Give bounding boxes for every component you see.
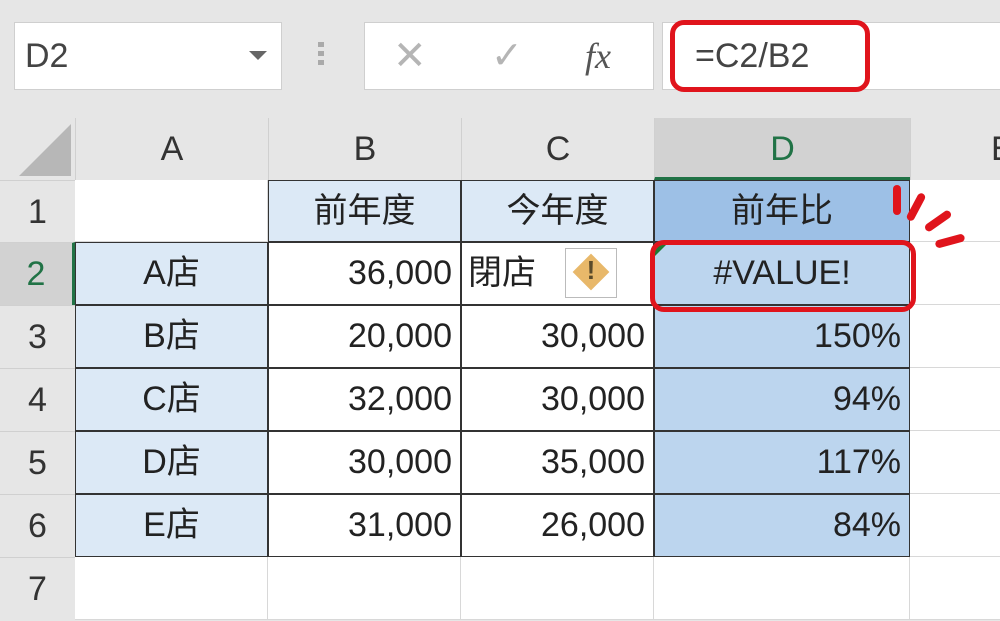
cell-e6[interactable] [910, 494, 1000, 557]
cell-a7[interactable] [75, 557, 268, 620]
cell-b7[interactable] [268, 557, 461, 620]
cell-c2[interactable]: 閉店 [461, 242, 654, 305]
dropdown-arrow-icon[interactable] [249, 51, 267, 60]
cell-d5[interactable]: 117% [654, 431, 910, 494]
cell-a6[interactable]: E店 [75, 494, 268, 557]
column-header-c[interactable]: C [461, 118, 654, 180]
formula-buttons: ✕ ✓ fx [364, 22, 654, 90]
column-header-e[interactable]: E [910, 118, 1000, 180]
formula-highlight-annotation [670, 20, 870, 92]
row-header-2[interactable]: 2 [0, 242, 75, 305]
cell-a3[interactable]: B店 [75, 305, 268, 368]
name-box[interactable]: D2 [14, 22, 282, 90]
cell-e4[interactable] [910, 368, 1000, 431]
cell-c7[interactable] [461, 557, 654, 620]
cell-b1[interactable]: 前年度 [268, 180, 461, 242]
cell-b4[interactable]: 32,000 [268, 368, 461, 431]
cell-b6[interactable]: 31,000 [268, 494, 461, 557]
row-header-1[interactable]: 1 [0, 180, 75, 242]
row-header-6[interactable]: 6 [0, 494, 75, 557]
cell-a1[interactable] [75, 180, 268, 242]
select-all-button[interactable] [0, 118, 75, 180]
column-header-d[interactable]: D [654, 118, 910, 180]
drag-handle[interactable] [318, 42, 324, 69]
cell-b5[interactable]: 30,000 [268, 431, 461, 494]
cell-a2[interactable]: A店 [75, 242, 268, 305]
cancel-icon[interactable]: ✕ [393, 33, 427, 79]
cell-d3[interactable]: 150% [654, 305, 910, 368]
cell-c5[interactable]: 35,000 [461, 431, 654, 494]
cell-d4[interactable]: 94% [654, 368, 910, 431]
cell-c6[interactable]: 26,000 [461, 494, 654, 557]
row-header-7[interactable]: 7 [0, 557, 75, 620]
insert-function-icon[interactable]: fx [585, 35, 611, 77]
cell-c1[interactable]: 今年度 [461, 180, 654, 242]
cell-c3[interactable]: 30,000 [461, 305, 654, 368]
row-header-5[interactable]: 5 [0, 431, 75, 494]
emphasis-mark [893, 185, 901, 215]
cell-e2[interactable] [910, 242, 1000, 305]
cell-b2[interactable]: 36,000 [268, 242, 461, 305]
warning-glyph: ! [586, 255, 596, 285]
error-check-button[interactable]: ! [565, 248, 617, 298]
cell-d1[interactable]: 前年比 [654, 180, 910, 242]
column-header-a[interactable]: A [75, 118, 268, 180]
cell-e7[interactable] [910, 557, 1000, 620]
error-cell-highlight-annotation [650, 240, 916, 312]
cell-e5[interactable] [910, 431, 1000, 494]
cell-c4[interactable]: 30,000 [461, 368, 654, 431]
cell-d7[interactable] [654, 557, 910, 620]
enter-icon[interactable]: ✓ [491, 33, 523, 78]
cell-a5[interactable]: D店 [75, 431, 268, 494]
cell-a4[interactable]: C店 [75, 368, 268, 431]
cell-b3[interactable]: 20,000 [268, 305, 461, 368]
row-header-3[interactable]: 3 [0, 305, 75, 368]
cell-e3[interactable] [910, 305, 1000, 368]
name-box-value: D2 [25, 37, 69, 75]
cell-d6[interactable]: 84% [654, 494, 910, 557]
column-header-b[interactable]: B [268, 118, 461, 180]
cell-e1[interactable] [910, 180, 1000, 242]
row-header-4[interactable]: 4 [0, 368, 75, 431]
